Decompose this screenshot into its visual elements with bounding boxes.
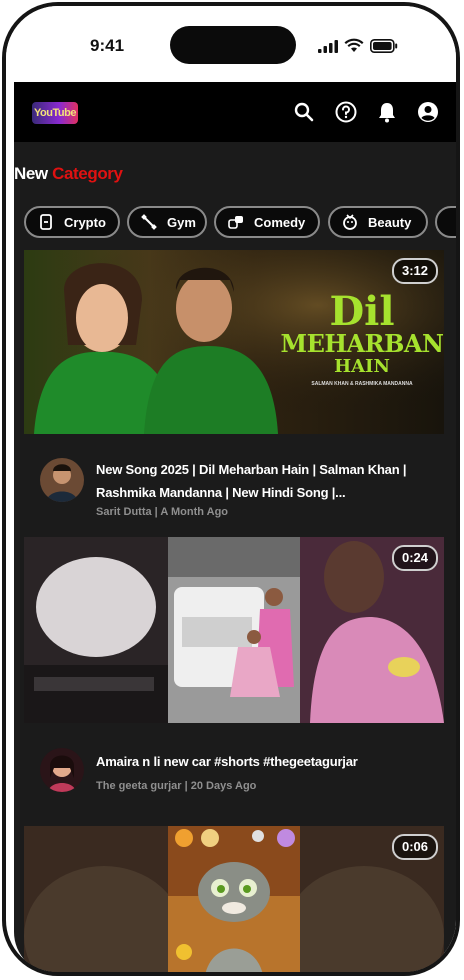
thumbnail-title-line3: HAIN [334,356,390,377]
duration-badge: 3:12 [391,258,438,284]
chip-beauty[interactable]: Beauty [328,206,428,238]
channel-info[interactable]: The geeta gurjar | 20 Days Ago [96,780,256,792]
chip-more[interactable] [435,206,456,238]
help-icon[interactable] [335,101,357,123]
thumbnail-title: Dil MEHARBAN HAIN SALMAN KHAN & RASHMIKA… [280,292,444,387]
chip-comedy[interactable]: Comedy [214,206,320,238]
crypto-icon [38,214,54,230]
chip-label: Gym [167,214,196,230]
beauty-icon [342,214,358,230]
bell-icon[interactable] [376,101,398,123]
video-title[interactable]: Amaira n li new car #shorts #thegeetagur… [96,750,426,773]
video-title[interactable]: New Song 2025 | Dil Meharban Hain | Salm… [96,458,426,504]
phone-frame: 9:41 YouTube New Category Crypto Gym Com… [2,2,460,976]
video-thumbnail[interactable]: 0:24 [24,537,444,723]
avatar[interactable] [40,748,84,792]
thumbnail-title-line1: Dil [329,288,395,335]
status-bar: 9:41 [6,6,456,82]
app-screen: YouTube New Category Crypto Gym Comedy B… [14,82,456,972]
chip-gym[interactable]: Gym [127,206,207,238]
thumbnail-subtitle: SALMAN KHAN & RASHMIKA MANDANNA [311,381,413,387]
chip-label: Crypto [64,214,106,230]
chip-label: Beauty [368,214,412,230]
video-thumbnail[interactable]: Dil MEHARBAN HAIN SALMAN KHAN & RASHMIKA… [24,250,444,434]
wifi-icon [344,38,364,52]
video-thumbnail[interactable]: 0:06 [24,826,444,972]
category-highlight: Category [52,164,123,183]
category-chips: Crypto Gym Comedy Beauty [14,206,456,242]
status-time: 9:41 [90,36,125,55]
battery-icon [370,39,398,53]
chip-label: Comedy [254,214,306,230]
search-icon[interactable] [293,101,315,123]
thumbnail-art [24,826,444,972]
category-header: New Category [14,164,123,184]
chip-crypto[interactable]: Crypto [24,206,120,238]
youtube-logo[interactable]: YouTube [32,102,78,124]
avatar[interactable] [40,458,84,502]
dynamic-island [170,26,296,64]
channel-info[interactable]: Sarit Dutta | A Month Ago [96,506,228,518]
comedy-icon [228,214,244,230]
app-bar: YouTube [14,82,456,142]
duration-badge: 0:24 [391,545,438,571]
signal-icon [318,40,338,53]
account-icon[interactable] [417,101,439,123]
video-meta: Amaira n li new car #shorts #thegeetagur… [40,748,444,798]
thumbnail-art [24,537,444,723]
video-meta: New Song 2025 | Dil Meharban Hain | Salm… [40,458,444,528]
duration-badge: 0:06 [391,834,438,860]
category-prefix: New [14,164,48,183]
thumbnail-title-line2: MEHARBAN [280,329,444,358]
gym-icon [141,214,157,230]
